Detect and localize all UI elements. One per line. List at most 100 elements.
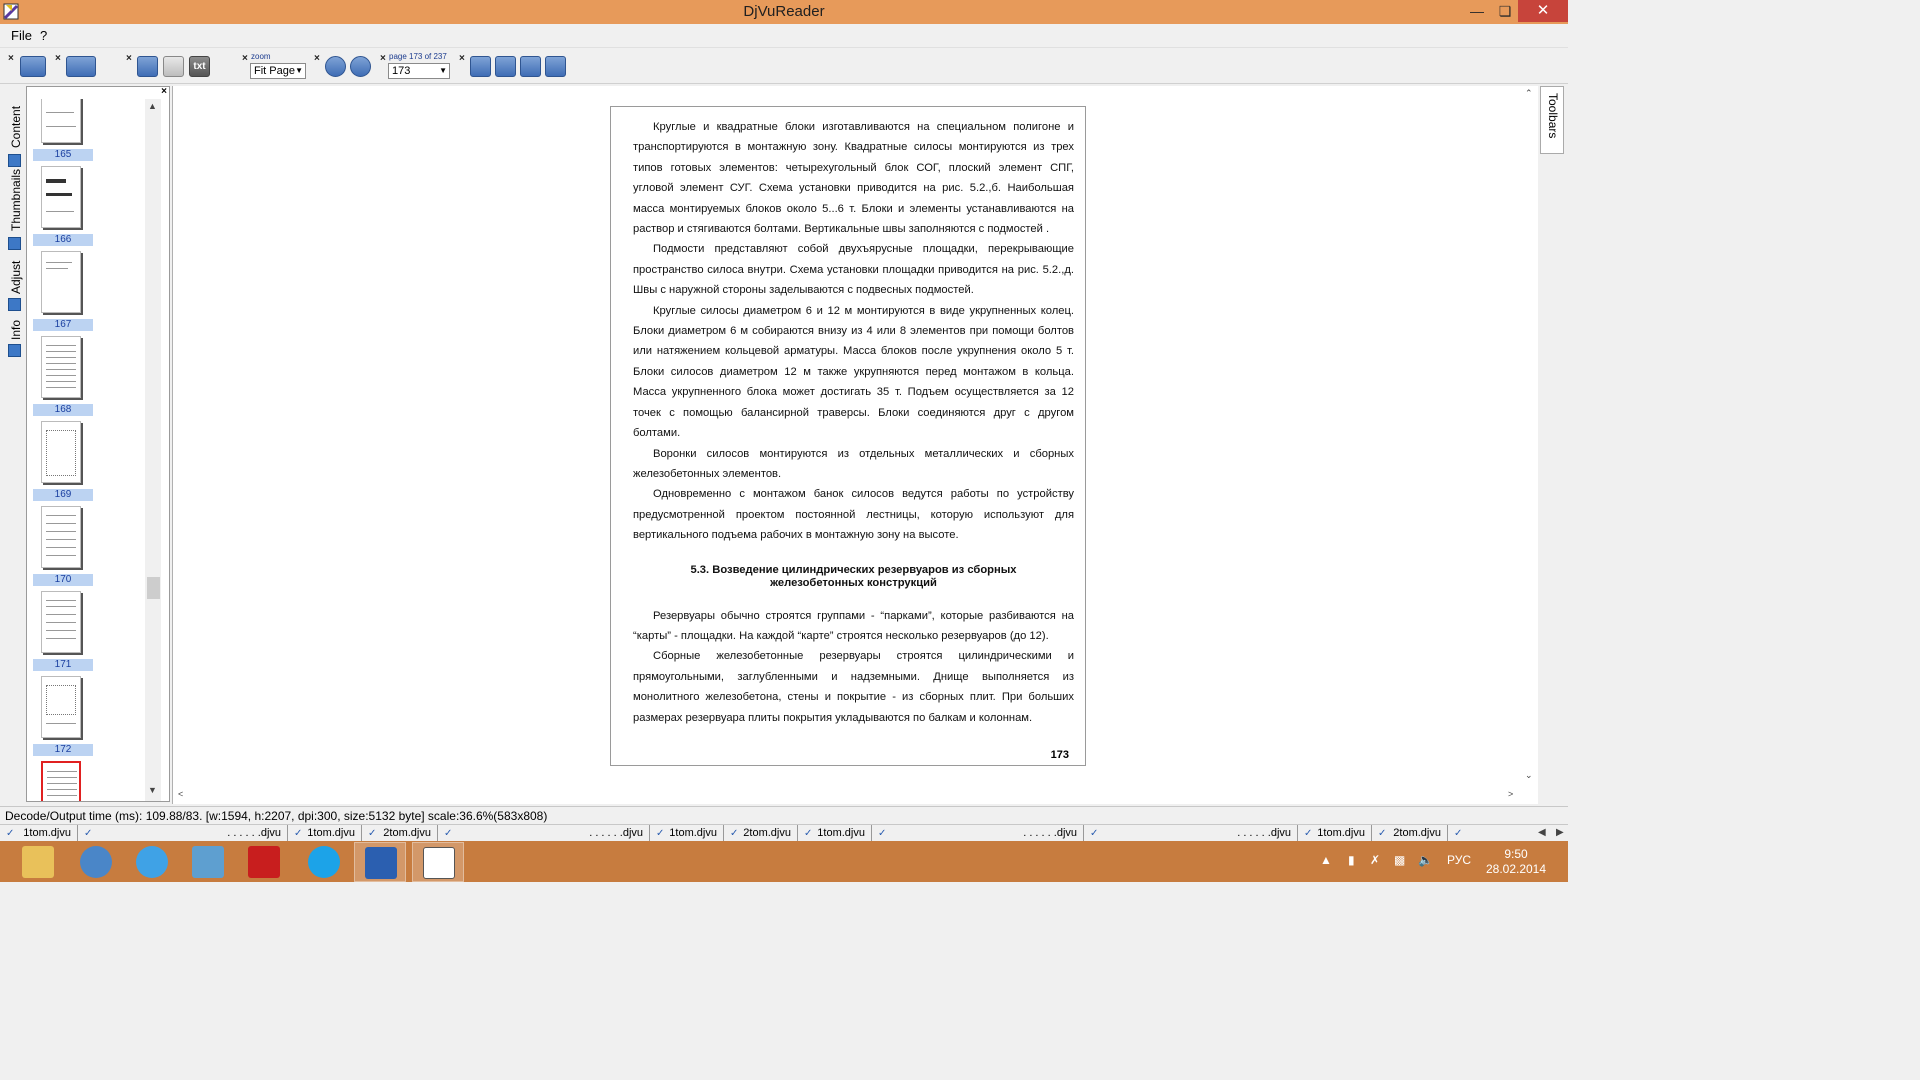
layout-button[interactable]	[20, 56, 46, 77]
menu-help[interactable]: ?	[40, 28, 47, 43]
toolbar-close-icon[interactable]: ×	[459, 54, 465, 64]
document-tab[interactable]: ✓ 2tom.djvu	[362, 825, 438, 842]
internet-explorer-icon	[136, 846, 168, 878]
thumbnail-item-current[interactable]	[31, 759, 93, 801]
taskbar-audio-player[interactable]	[70, 842, 122, 882]
taskbar-word[interactable]	[354, 842, 406, 882]
scrollbar-thumb[interactable]	[147, 577, 160, 599]
select-mode-button[interactable]	[137, 56, 158, 77]
djvu-file-icon: ✓	[6, 828, 15, 839]
page-thumbnail	[41, 166, 81, 228]
clock-time: 9:50	[1504, 847, 1528, 861]
paragraph: Резервуары обычно строятся группами - “п…	[633, 609, 1074, 642]
document-view[interactable]: Круглые и квадратные блоки изготавливают…	[172, 86, 1538, 804]
next-page-icon[interactable]	[520, 56, 541, 77]
view-mode-button[interactable]	[66, 56, 96, 77]
document-tab[interactable]: ✓ . . . . . .djvu	[872, 825, 1084, 842]
taskbar-file-explorer[interactable]	[12, 842, 64, 882]
taskbar-photo-viewer[interactable]	[182, 842, 234, 882]
scroll-down-icon[interactable]: ⌄	[1525, 770, 1533, 781]
network-disconnected-icon[interactable]: ✗	[1370, 853, 1380, 867]
scroll-down-icon[interactable]: ▼	[148, 785, 157, 795]
document-tab[interactable]: ✓ 1tom.djvu	[288, 825, 362, 842]
scroll-up-icon[interactable]: ▲	[148, 101, 157, 111]
language-indicator[interactable]: РУС	[1447, 853, 1471, 867]
thumbnail-item[interactable]: 167	[31, 249, 93, 334]
scroll-up-icon[interactable]: ⌃	[1525, 88, 1533, 99]
document-tab[interactable]: ✓ 1tom.djvu	[0, 825, 78, 842]
volume-icon[interactable]: 🔈	[1418, 853, 1433, 867]
thumbnails-icon	[8, 237, 21, 250]
taskbar-skype[interactable]	[298, 842, 350, 882]
zoom-out-icon[interactable]	[350, 56, 371, 77]
scroll-left-icon[interactable]: <	[178, 789, 183, 799]
toolbar-close-icon[interactable]: ×	[380, 54, 386, 64]
system-clock[interactable]: 9:50 28.02.2014	[1480, 847, 1552, 877]
signal-icon[interactable]: ▩	[1394, 853, 1405, 867]
page-select[interactable]: 173 ▼	[388, 63, 450, 79]
thumbnail-page-number: 170	[33, 574, 93, 586]
text-mode-button[interactable]: txt	[189, 56, 210, 77]
document-tab[interactable]: ✓ 1tom.djvu	[1298, 825, 1372, 842]
document-horizontal-scrollbar[interactable]: < >	[173, 786, 1521, 804]
thumbnail-item[interactable]: 172	[31, 674, 93, 759]
menu-file[interactable]: File	[11, 28, 32, 43]
paragraph: Круглые и квадратные блоки изготавливают…	[633, 121, 1074, 236]
document-tab[interactable]: ✓ . . . . . .djvu	[1084, 825, 1298, 842]
show-hidden-icons-icon[interactable]: ▲	[1320, 853, 1332, 867]
thumbnail-item[interactable]: 171	[31, 589, 93, 674]
document-vertical-scrollbar[interactable]: ⌃ ⌄	[1521, 86, 1539, 786]
document-tab-label: . . . . . .djvu	[589, 827, 643, 839]
toolbar-close-icon[interactable]: ×	[242, 54, 248, 64]
skype-icon	[308, 846, 340, 878]
image-mode-button[interactable]	[163, 56, 184, 77]
tab-thumbnails[interactable]: Thumbnails	[6, 168, 24, 250]
scroll-right-icon[interactable]: >	[1508, 789, 1513, 799]
toolbars-tab[interactable]: Toolbars	[1540, 86, 1564, 154]
taskbar-internet-explorer[interactable]	[126, 842, 178, 882]
tab-label: Thumbnails	[9, 168, 23, 231]
document-tab[interactable]: ✓ . . . . . .djvu	[78, 825, 288, 842]
last-page-icon[interactable]	[545, 56, 566, 77]
tab-adjust[interactable]: Adjust	[6, 256, 24, 312]
thumbnail-list: 165 166 167 168 169 170 171 172	[29, 99, 95, 801]
paragraph: Одновременно с монтажом банок силосов ве…	[633, 488, 1074, 542]
document-tab[interactable]: ✓ 2tom.djvu	[724, 825, 798, 842]
toolbar-close-icon[interactable]: ×	[55, 54, 61, 64]
taskbar-adobe-reader[interactable]	[238, 842, 290, 882]
thumbnail-item[interactable]: 169	[31, 419, 93, 504]
thumbnail-item[interactable]: 166	[31, 164, 93, 249]
document-tab[interactable]: ✓ 2tom.djvu	[1372, 825, 1448, 842]
document-tab[interactable]: ✓	[1448, 825, 1532, 842]
tabs-scroll-right-icon[interactable]: ▶	[1556, 827, 1564, 838]
zoom-in-icon[interactable]	[325, 56, 346, 77]
taskbar-djvu-reader[interactable]	[412, 842, 464, 882]
document-tab[interactable]: ✓ 1tom.djvu	[650, 825, 724, 842]
page-number: 173	[1050, 749, 1069, 761]
previous-page-icon[interactable]	[495, 56, 516, 77]
toolbar-close-icon[interactable]: ×	[8, 54, 14, 64]
close-button[interactable]: ✕	[1518, 0, 1568, 22]
window-title: DjVuReader	[743, 3, 825, 20]
document-tab[interactable]: ✓ 1tom.djvu	[798, 825, 872, 842]
page-count-label: page 173 of 237	[389, 52, 447, 61]
battery-icon[interactable]: ▮	[1348, 853, 1355, 867]
minimize-button[interactable]: —	[1462, 0, 1492, 22]
thumbnail-item[interactable]: 170	[31, 504, 93, 589]
sidebar-tabs: Content Thumbnails Adjust Info	[4, 94, 26, 804]
paragraph: Воронки силосов монтируются из отдельных…	[633, 447, 1074, 480]
thumbnail-item[interactable]: 168	[31, 334, 93, 419]
panel-close-icon[interactable]: ×	[161, 86, 167, 97]
section-heading: 5.3. Возведение цилиндрических резервуар…	[633, 564, 1074, 590]
document-tab[interactable]: ✓ . . . . . .djvu	[438, 825, 650, 842]
toolbar-close-icon[interactable]: ×	[314, 54, 320, 64]
maximize-button[interactable]: ❏	[1492, 0, 1518, 22]
thumbnail-scrollbar[interactable]: ▲ ▼	[145, 99, 161, 801]
thumbnail-item[interactable]: 165	[31, 99, 93, 164]
tab-info[interactable]: Info	[6, 316, 24, 360]
first-page-icon[interactable]	[470, 56, 491, 77]
tab-content[interactable]: Content	[6, 100, 24, 167]
tabs-scroll-left-icon[interactable]: ◀	[1538, 827, 1546, 838]
toolbar-close-icon[interactable]: ×	[126, 54, 132, 64]
zoom-select[interactable]: Fit Page ▼	[250, 63, 306, 79]
